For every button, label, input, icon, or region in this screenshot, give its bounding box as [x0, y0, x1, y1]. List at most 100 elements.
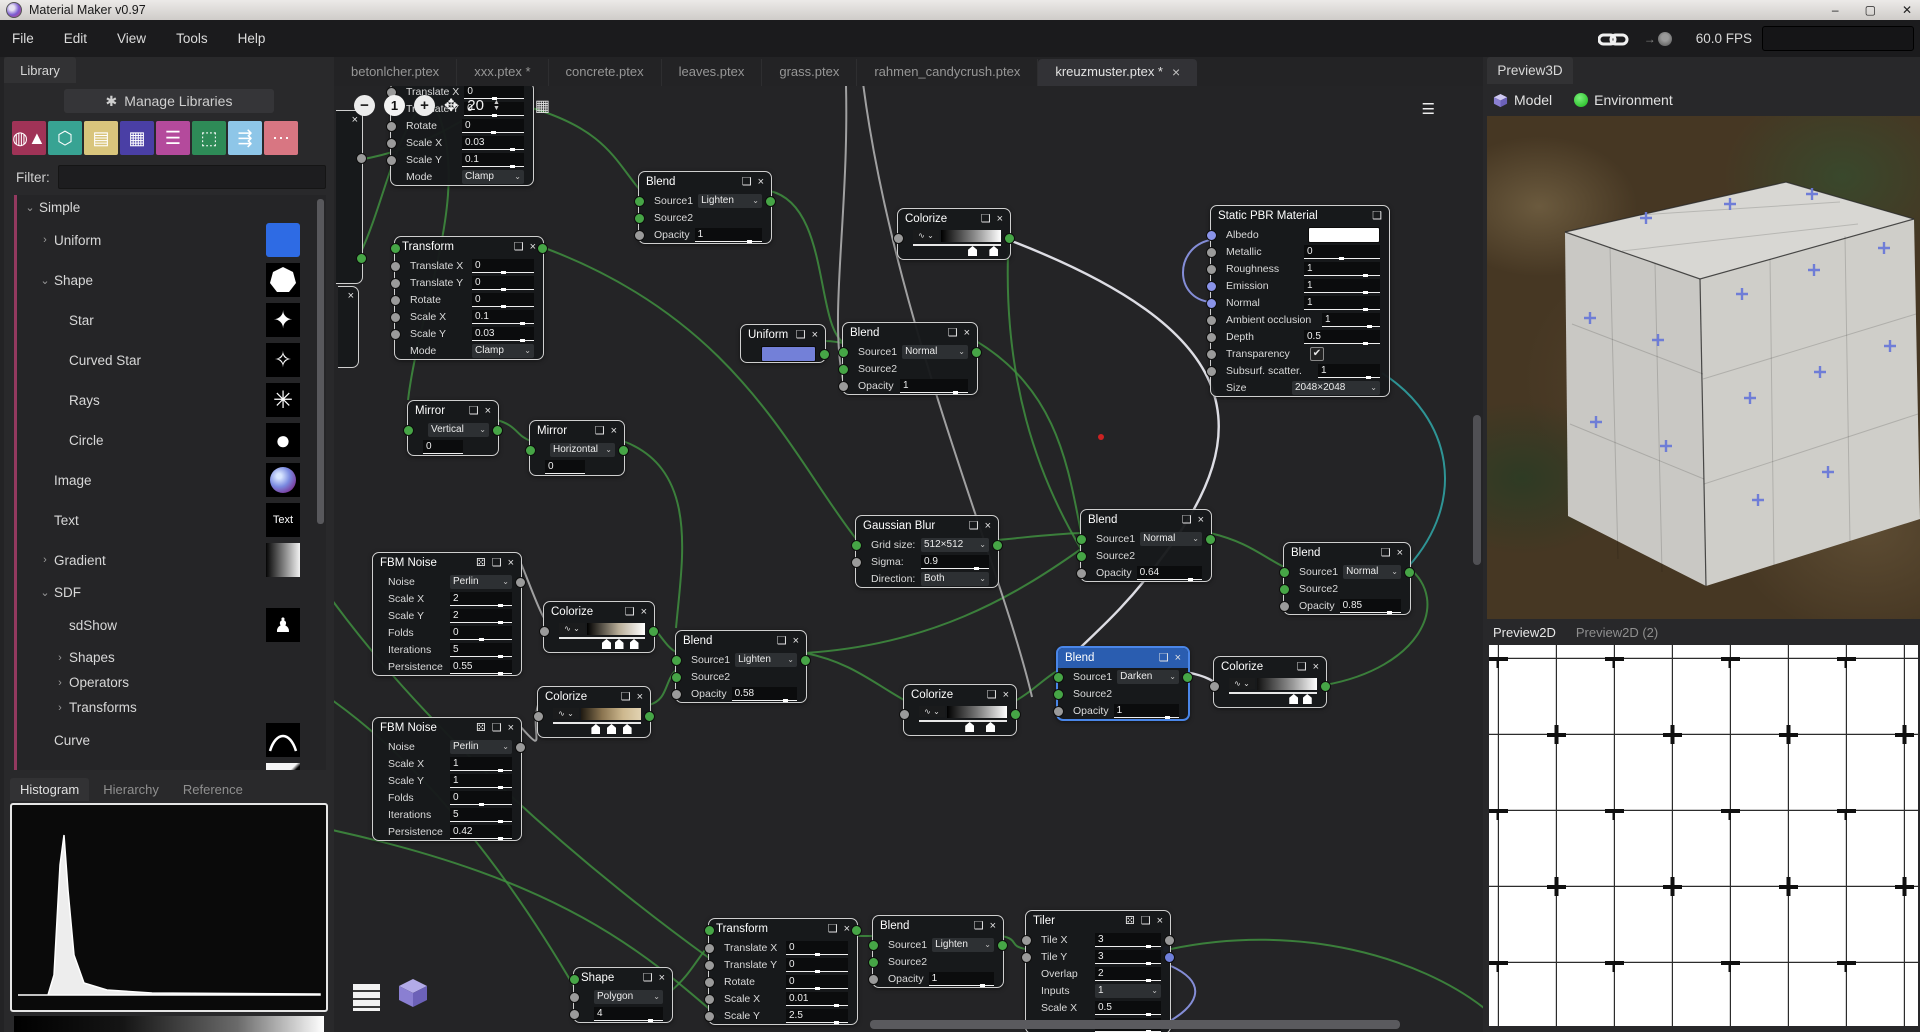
node-fbm-noise-1[interactable]: FBM Noise⚄❑×NoisePerlin⌄Scale X2Scale Y2… [372, 552, 522, 676]
param-field[interactable]: 0.1 [472, 310, 534, 324]
tree-item-curved-star[interactable]: Curved Star✧ [17, 340, 326, 380]
gradient-bar[interactable] [587, 623, 645, 635]
param-select[interactable]: Perlin⌄ [450, 740, 512, 754]
input-port[interactable] [634, 213, 645, 224]
gradient-bar[interactable] [941, 230, 1001, 242]
node-preview-icon[interactable]: ❑ [643, 973, 653, 984]
gradient-widget[interactable]: ∿ ⌄ [913, 230, 1001, 254]
input-port[interactable] [390, 295, 401, 306]
input-port[interactable] [386, 155, 397, 166]
output-port[interactable] [1010, 709, 1021, 720]
output-port[interactable] [1164, 952, 1175, 963]
node-preview-icon[interactable]: ❑ [1141, 916, 1151, 927]
tab-betonlcher-ptex[interactable]: betonlcher.ptex [334, 59, 457, 86]
input-port[interactable] [704, 1011, 715, 1022]
node-close-icon[interactable]: × [997, 214, 1003, 225]
toolbar-input[interactable] [1762, 26, 1914, 51]
output-port[interactable] [1320, 681, 1331, 692]
node-close-icon[interactable]: × [1198, 515, 1204, 526]
node-close-icon[interactable]: × [641, 607, 647, 618]
node-blend-7[interactable]: Blend❑×Source1Lighten⌄Source2Opacity1 [872, 915, 1004, 988]
gradient-stop[interactable] [989, 246, 998, 256]
tree-expand-icon[interactable]: ⌄ [38, 274, 52, 287]
node-colorize-3[interactable]: Colorize❑×∿ ⌄ [537, 686, 651, 738]
param-field[interactable]: 5 [450, 808, 512, 822]
node-close-icon[interactable]: × [1003, 690, 1009, 701]
tree-item-gradient[interactable]: ›Gradient [17, 540, 326, 580]
tree-expand-icon[interactable]: › [38, 234, 52, 246]
input-port[interactable] [386, 138, 397, 149]
param-field[interactable]: 1 [1304, 279, 1380, 293]
tree-item-uniform[interactable]: ›Uniform [17, 220, 326, 260]
output-port[interactable] [492, 425, 503, 436]
filter-input[interactable] [58, 165, 326, 189]
node-close-icon[interactable]: × [485, 406, 491, 417]
param-field[interactable]: 0 [450, 791, 512, 805]
output-port[interactable] [356, 253, 367, 264]
tab-kreuzmuster-ptex-[interactable]: kreuzmuster.ptex *× [1038, 59, 1197, 86]
noise-library-icon[interactable]: ▦ [120, 121, 154, 155]
tree-item-star[interactable]: Star✦ [17, 300, 326, 340]
input-port[interactable] [1053, 706, 1064, 717]
param-checkbox[interactable]: ✔ [1310, 347, 1324, 361]
node-blend-5[interactable]: Blend❑×Source1Lighten⌄Source2Opacity0.58 [675, 630, 807, 703]
node-preview-icon[interactable]: ❑ [1182, 515, 1192, 526]
param-field[interactable]: 1 [695, 228, 762, 242]
param-select[interactable]: Lighten⌄ [932, 938, 994, 952]
input-port[interactable] [525, 445, 536, 456]
zoom-out-button[interactable]: − [354, 95, 375, 116]
param-field[interactable]: 0.55 [450, 660, 512, 674]
library-tab[interactable]: Library [4, 57, 76, 83]
param-field[interactable]: 0 [545, 460, 585, 474]
gradient-stop[interactable] [630, 639, 639, 649]
node-preview-icon[interactable]: ❑ [1372, 211, 1382, 222]
param-field[interactable]: 0 [472, 259, 534, 273]
color-swatch[interactable] [761, 346, 816, 362]
output-port[interactable] [997, 940, 1008, 951]
color-swatch[interactable] [1308, 227, 1380, 243]
input-port[interactable] [390, 243, 401, 254]
node-close-icon[interactable]: × [985, 521, 991, 532]
environment-toggle[interactable]: Environment [1574, 92, 1673, 108]
tab-reference[interactable]: Reference [173, 778, 253, 801]
param-select[interactable]: Normal⌄ [902, 345, 968, 359]
interpolation-select[interactable]: ∿ ⌄ [913, 230, 939, 241]
tree-expand-icon[interactable]: › [53, 702, 67, 714]
input-port[interactable] [1206, 315, 1217, 326]
output-port[interactable] [1404, 567, 1415, 578]
grid-size-spinner[interactable]: ▲▼ [493, 100, 500, 112]
interpolation-select[interactable]: ∿ ⌄ [559, 623, 585, 634]
input-port[interactable] [671, 689, 682, 700]
param-field[interactable]: 2 [450, 609, 512, 623]
arrow-globe-icon[interactable]: → [1644, 32, 1672, 46]
input-port[interactable] [1279, 567, 1290, 578]
node-uniform-1[interactable]: Uniform❑× [740, 324, 826, 363]
input-port[interactable] [704, 960, 715, 971]
tree-expand-icon[interactable]: ⌄ [38, 586, 52, 599]
input-port[interactable] [390, 312, 401, 323]
output-port[interactable] [800, 655, 811, 666]
gradient-stop[interactable] [615, 639, 624, 649]
node-preview-icon[interactable]: ❑ [595, 426, 605, 437]
model-toggle[interactable]: Model [1493, 92, 1552, 108]
output-port[interactable] [851, 925, 862, 936]
param-field[interactable]: 0 [472, 276, 534, 290]
param-select[interactable]: 2048×2048⌄ [1292, 381, 1380, 395]
input-port[interactable] [1206, 281, 1217, 292]
output-port[interactable] [356, 153, 367, 164]
input-port[interactable] [386, 121, 397, 132]
param-field[interactable]: 0 [786, 941, 848, 955]
node-close-icon[interactable]: × [1397, 548, 1403, 559]
input-port[interactable] [899, 709, 910, 720]
canvas-vscrollbar[interactable] [1473, 415, 1481, 565]
input-port[interactable] [1053, 672, 1064, 683]
minimize-button[interactable]: – [1832, 0, 1839, 20]
tab-leaves-ptex[interactable]: leaves.ptex [662, 59, 763, 86]
input-port[interactable] [838, 364, 849, 375]
gradient-stop[interactable] [965, 722, 974, 732]
node-close-icon[interactable]: × [1175, 653, 1181, 664]
minimized-preview-icon[interactable] [353, 984, 380, 1011]
output-port[interactable] [765, 196, 776, 207]
param-select[interactable]: Lighten⌄ [698, 194, 762, 208]
tree-item-curve[interactable]: Curve [17, 720, 326, 760]
